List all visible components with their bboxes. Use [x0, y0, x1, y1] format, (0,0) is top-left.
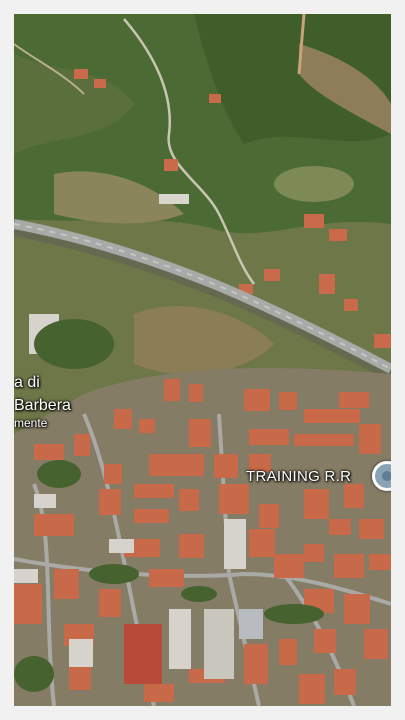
place-label-line3[interactable]: mente — [14, 416, 47, 430]
satellite-map[interactable]: a di Barbera mente TRAINING R.R — [14, 14, 391, 706]
satellite-imagery — [14, 14, 391, 706]
place-label-line1[interactable]: a di — [14, 374, 40, 392]
poi-label[interactable]: TRAINING R.R — [246, 468, 351, 485]
place-label-line2[interactable]: Barbera — [14, 397, 71, 415]
pin-center — [382, 471, 391, 481]
